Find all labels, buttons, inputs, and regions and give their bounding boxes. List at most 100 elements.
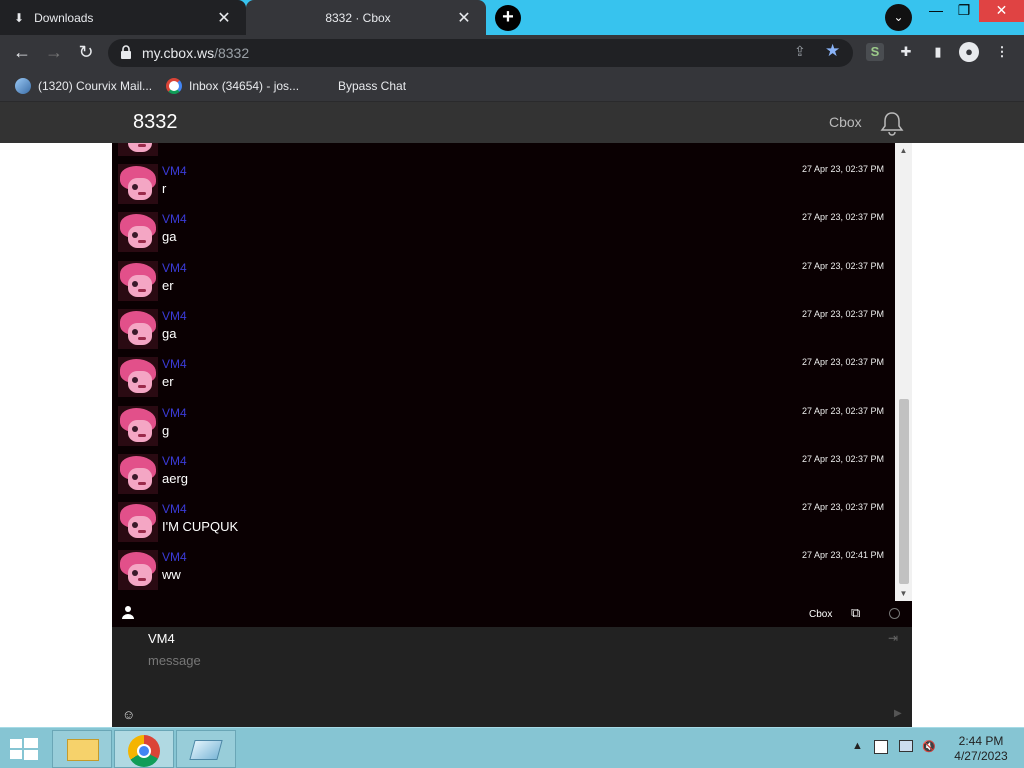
side-panel-icon[interactable]: ▮ (929, 43, 947, 61)
windows-taskbar: ▲ 🔇 2:44 PM 4/27/2023 (0, 727, 1024, 768)
bookmark-label: (1320) Courvix Mail... (38, 79, 153, 93)
avatar[interactable] (118, 164, 158, 204)
kebab-menu-icon[interactable]: ⋮ (993, 43, 1011, 61)
send-arrow-icon[interactable]: ▶ (894, 708, 902, 719)
reload-button[interactable]: ↻ (74, 41, 98, 65)
bookmark-star-icon[interactable]: ★ (825, 41, 840, 61)
message-username[interactable]: VM4 (162, 406, 187, 420)
browser-toolbar: ← → ↻ my.cbox.ws/8332 ⇪ ★ S ✚ ▮ ● ⋮ (0, 35, 1024, 70)
bell-icon[interactable] (879, 110, 905, 136)
minimize-button[interactable]: — (922, 0, 950, 22)
clock-time: 2:44 PM (958, 734, 1004, 748)
message-text: g (162, 422, 170, 438)
new-tab-button[interactable]: + (495, 5, 521, 31)
list-item: VM4 27 Apr 23, 02:37 PM aerg (112, 453, 895, 502)
message-username[interactable]: VM4 (162, 502, 187, 516)
back-button[interactable]: ← (10, 41, 34, 65)
list-item (112, 143, 895, 164)
bookmark-bypass-chat[interactable]: Bypass Chat (338, 77, 406, 95)
scrollbar-thumb[interactable] (899, 399, 909, 584)
message-composer: VM4 ⇥ ☺ ▶ (112, 627, 912, 727)
clock-date: 4/27/2023 (954, 749, 1008, 763)
show-hidden-icons-icon[interactable]: ▲ (852, 740, 863, 752)
tab-label: Downloads (34, 10, 94, 25)
tab-label: 8332 · Cbox (325, 10, 391, 25)
status-circle-icon[interactable] (889, 608, 900, 619)
system-clock[interactable]: 2:44 PM 4/27/2023 (948, 734, 1014, 764)
taskbar-file-explorer[interactable] (52, 730, 112, 768)
message-timestamp: 27 Apr 23, 02:37 PM (801, 502, 884, 513)
message-text: ga (162, 229, 177, 245)
windows-start-icon[interactable] (10, 738, 38, 760)
message-text: aerg (162, 470, 189, 486)
bookmark-inbox[interactable]: Inbox (34654) - jos... (166, 77, 299, 95)
network-icon[interactable] (899, 740, 913, 752)
message-text: er (162, 374, 174, 390)
message-username[interactable]: VM4 (162, 357, 187, 371)
tab-cbox[interactable]: 8332 · Cbox ✕ (246, 0, 486, 35)
message-timestamp: 27 Apr 23, 02:37 PM (801, 164, 884, 174)
address-bar[interactable]: my.cbox.ws/8332 ⇪ ★ (108, 39, 853, 67)
chat-message-list: VM4 27 Apr 23, 02:37 PM r VM4 27 Apr 23, 02:… (112, 143, 895, 601)
message-timestamp: 27 Apr 23, 02:37 PM (801, 453, 884, 464)
popout-icon[interactable]: ⧉ (851, 605, 860, 621)
avatar[interactable] (118, 405, 158, 446)
bookmark-courvix[interactable]: (1320) Courvix Mail... (15, 77, 152, 95)
avatar[interactable] (118, 212, 158, 253)
login-icon[interactable]: ⇥ (888, 631, 898, 645)
message-username[interactable]: VM4 (162, 454, 187, 468)
scroll-down-arrow-icon[interactable]: ▼ (895, 586, 912, 601)
message-input[interactable] (148, 653, 848, 668)
avatar[interactable] (118, 357, 158, 398)
chat-scrollbar[interactable]: ▲ ▼ (895, 143, 912, 601)
brand-link[interactable]: Cbox (829, 114, 862, 130)
tab-search-button[interactable]: ⌄ (885, 4, 912, 31)
message-text: ww (162, 567, 181, 583)
courvix-icon (15, 78, 31, 94)
avatar[interactable] (118, 502, 158, 543)
share-icon[interactable]: ⇪ (794, 43, 806, 60)
list-item: VM4 27 Apr 23, 02:37 PM ga (112, 212, 895, 260)
list-item: VM4 27 Apr 23, 02:37 PM r (112, 164, 895, 212)
page-title: 8332 (133, 111, 178, 133)
list-item: VM4 27 Apr 23, 02:37 PM er (112, 357, 895, 405)
list-item: VM4 27 Apr 23, 02:37 PM I'M CUPQUK (112, 502, 895, 550)
message-username[interactable]: VM4 (162, 261, 187, 275)
avatar[interactable] (118, 308, 158, 349)
bookmarks-bar: (1320) Courvix Mail... Inbox (34654) - j… (0, 70, 1024, 102)
folder-icon (67, 739, 99, 761)
extension-s-icon[interactable]: S (866, 43, 884, 61)
message-text: er (162, 277, 174, 293)
message-username[interactable]: VM4 (162, 212, 187, 226)
emoji-icon[interactable]: ☺ (122, 707, 135, 722)
avatar[interactable] (118, 453, 158, 494)
taskbar-app[interactable] (176, 730, 236, 768)
restore-button[interactable]: ❐ (950, 0, 978, 22)
chrome-icon (128, 735, 160, 767)
close-window-button[interactable]: ✕ (979, 0, 1024, 22)
composer-name[interactable]: VM4 (148, 631, 175, 646)
action-center-flag-icon[interactable] (874, 740, 888, 754)
message-username[interactable]: VM4 (162, 550, 187, 564)
message-username[interactable]: VM4 (162, 309, 187, 323)
extensions-puzzle-icon[interactable]: ✚ (897, 43, 915, 61)
lock-icon (121, 45, 131, 59)
tab-downloads[interactable]: ⬇ Downloads ✕ (0, 0, 246, 35)
profile-avatar-icon[interactable]: ● (959, 42, 979, 62)
avatar[interactable] (118, 550, 158, 591)
message-text: ga (162, 325, 177, 341)
taskbar-chrome[interactable] (114, 730, 174, 768)
cbox-link[interactable]: Cbox (809, 609, 832, 620)
user-icon[interactable] (122, 605, 136, 621)
message-username[interactable]: VM4 (162, 164, 187, 178)
list-item: VM4 27 Apr 23, 02:37 PM ga (112, 308, 895, 357)
forward-button[interactable]: → (42, 41, 66, 65)
bookmark-label: Bypass Chat (338, 79, 407, 93)
close-icon[interactable]: ✕ (456, 8, 472, 28)
close-icon[interactable]: ✕ (216, 8, 232, 28)
list-item: VM4 27 Apr 23, 02:37 PM er (112, 260, 895, 309)
volume-muted-icon[interactable]: 🔇 (922, 740, 936, 753)
avatar[interactable] (118, 260, 158, 301)
message-timestamp: 27 Apr 23, 02:41 PM (801, 550, 884, 561)
scroll-up-arrow-icon[interactable]: ▲ (895, 143, 912, 158)
